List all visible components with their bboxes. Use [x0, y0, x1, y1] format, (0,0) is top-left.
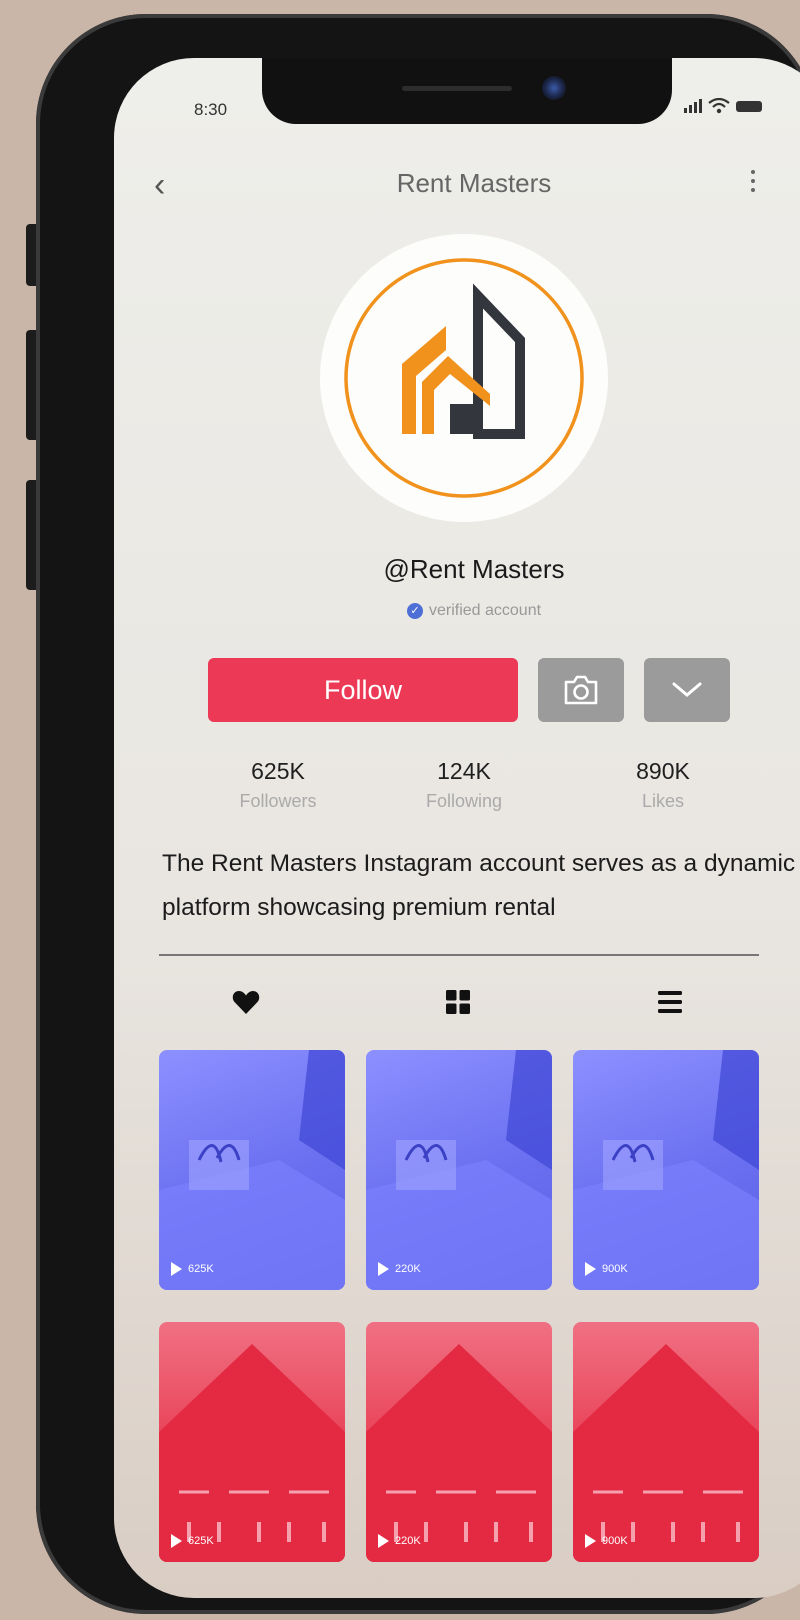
dropdown-button[interactable] — [644, 658, 730, 722]
verified-check-icon: ✓ — [406, 603, 423, 619]
video-thumbnail[interactable]: 220K — [366, 1322, 552, 1562]
room-photo — [573, 1050, 759, 1290]
stat-value: 890K — [636, 758, 690, 784]
chevron-down-icon — [672, 682, 702, 697]
tab-liked[interactable] — [226, 982, 266, 1022]
avatar — [320, 234, 608, 522]
verified-row: ✓ verified account — [114, 602, 800, 620]
camera-icon — [564, 675, 598, 705]
stat-label: Followers — [239, 791, 317, 811]
play-icon — [171, 1262, 182, 1276]
room-photo — [159, 1050, 345, 1290]
front-camera — [542, 76, 566, 100]
play-icon — [378, 1534, 389, 1548]
play-icon — [378, 1262, 389, 1276]
signal-icon — [684, 99, 702, 113]
play-icon — [585, 1534, 596, 1548]
view-count: 900K — [585, 1534, 628, 1548]
rent-masters-logo — [344, 258, 584, 498]
status-icons — [684, 98, 762, 114]
play-icon — [585, 1262, 596, 1276]
grid-icon — [446, 990, 470, 1014]
stat-value: 625K — [251, 758, 305, 784]
speaker — [402, 86, 512, 91]
view-count: 625K — [171, 1262, 214, 1276]
video-thumbnail[interactable]: 220K — [366, 1050, 552, 1290]
building-photo — [573, 1344, 759, 1562]
page-title: Rent Masters — [396, 168, 552, 198]
profile-bio: The Rent Masters Instagram account serve… — [162, 850, 796, 921]
notch — [262, 58, 672, 124]
profile-handle: @Rent Masters — [383, 554, 565, 584]
wifi-icon — [708, 98, 730, 114]
view-count: 220K — [378, 1262, 421, 1276]
room-photo — [366, 1050, 552, 1290]
tab-grid[interactable] — [438, 982, 478, 1022]
stat-value: 124K — [437, 758, 491, 784]
list-icon — [658, 991, 682, 1013]
heart-icon — [232, 991, 260, 1014]
stat-following[interactable]: 124K Following — [384, 758, 544, 812]
phone-frame: 8:30 ‹ Rent Masters @Rent Masters ✓ veri… — [36, 14, 800, 1614]
video-thumbnail[interactable]: 900K — [573, 1322, 759, 1562]
building-photo — [366, 1344, 552, 1562]
video-thumbnail[interactable]: 625K — [159, 1050, 345, 1290]
follow-button[interactable]: Follow — [208, 658, 518, 722]
stat-likes[interactable]: 890K Likes — [583, 758, 743, 812]
building-photo — [159, 1344, 345, 1562]
stat-followers[interactable]: 625K Followers — [198, 758, 358, 812]
more-options-icon[interactable] — [748, 170, 758, 197]
video-thumbnail[interactable]: 900K — [573, 1050, 759, 1290]
play-icon — [171, 1534, 182, 1548]
status-time: 8:30 — [194, 100, 228, 119]
view-count: 625K — [171, 1534, 214, 1548]
stat-label: Likes — [641, 791, 685, 811]
phone-screen: 8:30 ‹ Rent Masters @Rent Masters ✓ veri… — [114, 58, 800, 1598]
verified-label: verified account — [428, 602, 542, 619]
stat-label: Following — [425, 791, 503, 811]
view-count: 220K — [378, 1534, 421, 1548]
camera-button[interactable] — [538, 658, 624, 722]
battery-icon — [736, 100, 762, 112]
video-thumbnail[interactable]: 625K — [159, 1322, 345, 1562]
view-count: 900K — [585, 1262, 628, 1276]
divider — [159, 954, 759, 956]
tab-list[interactable] — [650, 982, 690, 1022]
